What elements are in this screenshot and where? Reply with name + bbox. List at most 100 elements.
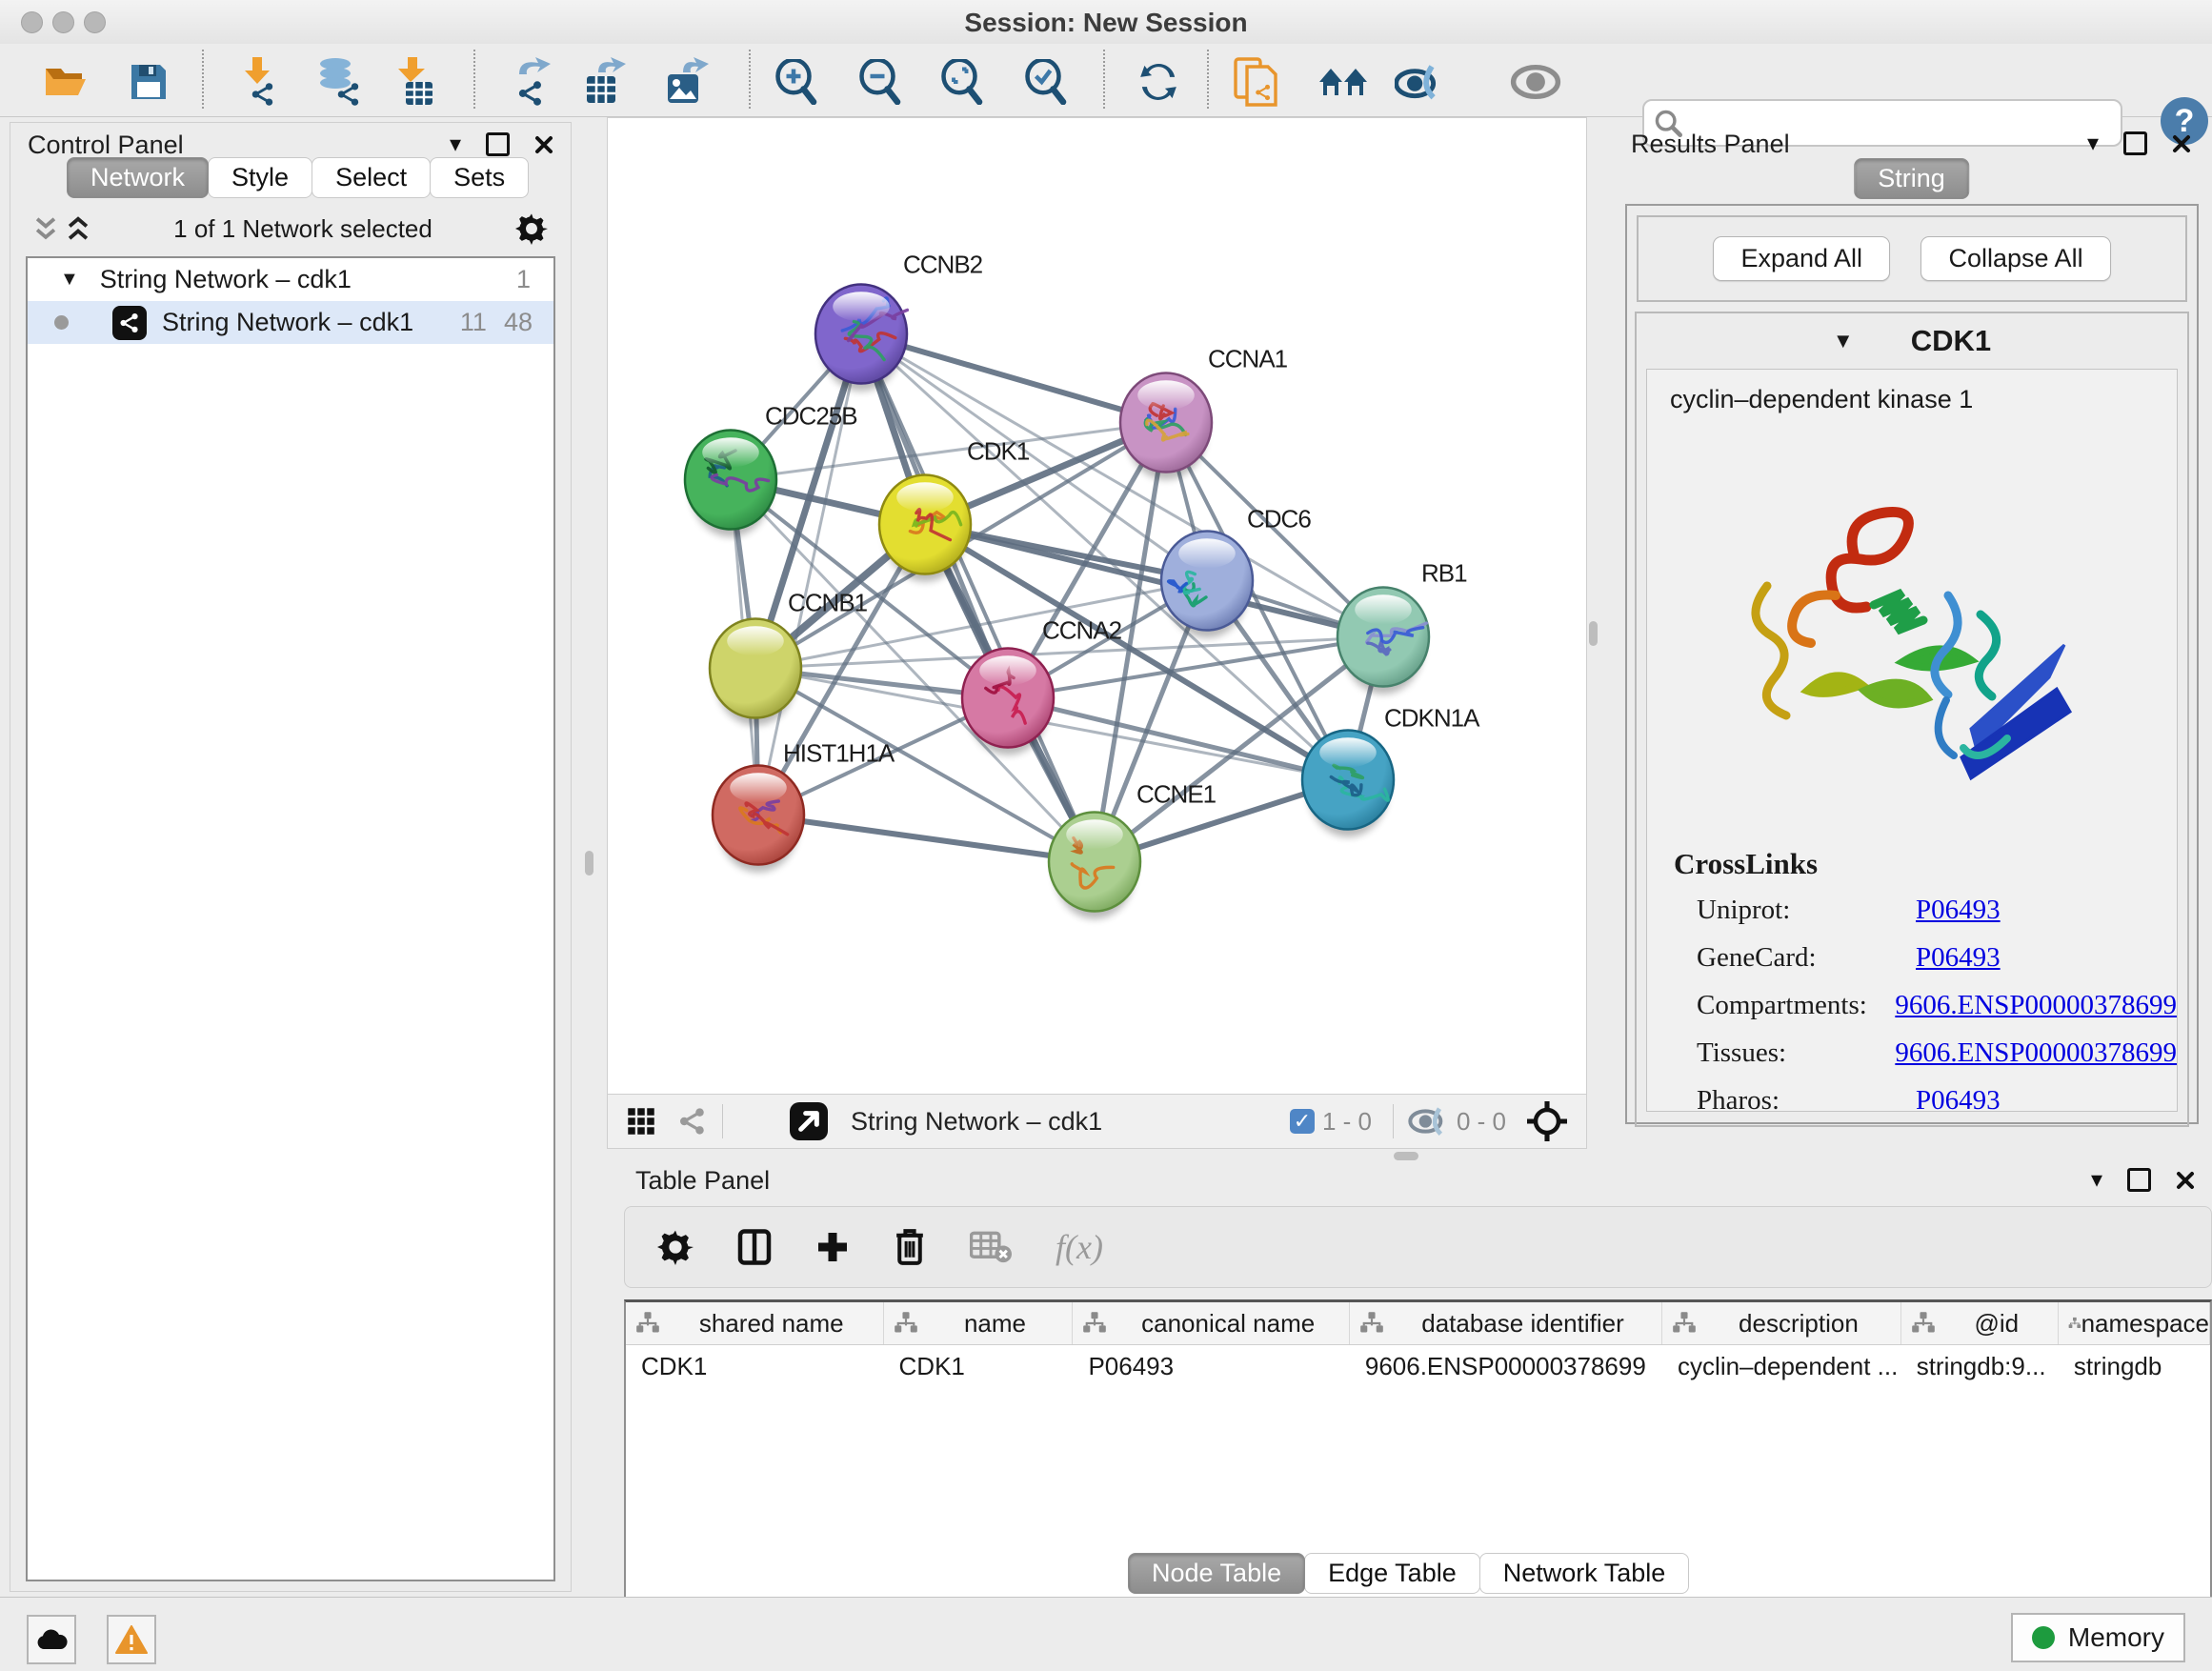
column-header--id[interactable]: @id (1901, 1302, 2059, 1344)
memory-button[interactable]: Memory (2011, 1613, 2185, 1662)
zoom-fit-button[interactable] (935, 55, 989, 109)
crosslink-link[interactable]: P06493 (1916, 895, 2001, 926)
export-image-icon (662, 57, 710, 107)
zoom-selected-button[interactable] (1019, 55, 1073, 109)
crosslink-link[interactable]: P06493 (1916, 1085, 2001, 1112)
node-label-CCNA2: CCNA2 (1042, 616, 1122, 645)
table-panel-menu-button[interactable]: ▾ (2091, 1166, 2102, 1194)
tab-string[interactable]: String (1854, 158, 1969, 199)
import-network-file-button[interactable] (231, 55, 284, 109)
network-edge-count: 48 (504, 308, 533, 337)
cloud-status-button[interactable] (27, 1615, 76, 1664)
network-node-RB1[interactable]: RB1 (1337, 559, 1467, 695)
export-network-button[interactable] (503, 55, 556, 109)
export-image-button[interactable] (659, 55, 713, 109)
collapse-all-button[interactable]: Collapse All (1920, 236, 2110, 281)
network-collection-row[interactable]: ▼ String Network – cdk1 1 (28, 258, 553, 301)
grid-view-icon[interactable] (627, 1107, 655, 1136)
network-options-gear-icon[interactable] (515, 212, 548, 245)
collapse-all-icon[interactable] (33, 215, 58, 242)
control-panel-menu-button[interactable]: ▾ (450, 131, 461, 158)
network-from-selection-button[interactable] (1229, 55, 1282, 109)
share-view-icon[interactable] (676, 1107, 709, 1136)
show-homes-button[interactable] (1317, 55, 1370, 109)
tree-expand-arrow-icon[interactable]: ▼ (60, 269, 79, 291)
table-options-gear-icon[interactable] (657, 1229, 694, 1265)
node-label-CCNB2: CCNB2 (903, 251, 983, 279)
table-row[interactable]: CDK1CDK1P064939606.ENSP00000378699cyclin… (626, 1345, 2210, 1387)
add-column-icon[interactable] (815, 1230, 850, 1264)
column-type-tree-icon (1672, 1312, 1697, 1335)
tab-select[interactable]: Select (312, 157, 431, 198)
delete-column-trash-icon[interactable] (894, 1228, 926, 1266)
column-type-tree-icon (635, 1312, 660, 1335)
table-cell: 9606.ENSP00000378699 (1350, 1345, 1662, 1387)
network-node-CCNE1[interactable]: CCNE1 (1049, 780, 1217, 919)
birdseye-external-icon[interactable] (790, 1102, 828, 1140)
protein-name: CDK1 (1911, 324, 1991, 358)
hide-selected-button[interactable] (1393, 55, 1446, 109)
selected-checkbox[interactable]: ✓ (1290, 1109, 1315, 1134)
tab-style[interactable]: Style (208, 157, 312, 198)
network-node-CDKN1A[interactable]: CDKN1A (1302, 704, 1480, 837)
application-window: Session: New Session (0, 0, 2212, 1671)
titlebar: Session: New Session (0, 0, 2212, 45)
column-header-description[interactable]: description (1662, 1302, 1901, 1344)
table-panel-close-button[interactable] (2176, 1171, 2195, 1190)
crosslinks-section: CrossLinks Uniprot:P06493GeneCard:P06493… (1647, 847, 2177, 1112)
apply-layout-button[interactable] (1132, 55, 1185, 109)
results-panel-menu-button[interactable]: ▾ (2087, 130, 2099, 157)
card-collapse-arrow-icon[interactable]: ▼ (1833, 329, 1854, 353)
string-results-container: Expand All Collapse All ▼ CDK1 cyclin–de… (1625, 204, 2199, 1124)
crosslink-link[interactable]: 9606.ENSP00000378699 (1895, 1037, 2177, 1069)
tab-sets[interactable]: Sets (430, 157, 529, 198)
network-edge[interactable] (861, 334, 1095, 862)
splitter-handle-left[interactable] (585, 851, 593, 876)
results-panel-close-button[interactable] (2172, 134, 2191, 153)
save-session-button[interactable] (122, 55, 175, 109)
expand-all-button[interactable]: Expand All (1713, 236, 1890, 281)
control-panel-float-button[interactable] (486, 132, 510, 156)
network-edge[interactable] (861, 334, 1166, 423)
expand-all-icon[interactable] (66, 215, 90, 242)
network-graph[interactable]: CCNB2CCNA1CDC25BCDK1CDC6RB1CCNB1CCNA2CDK… (608, 118, 1586, 1095)
zoom-in-button[interactable] (770, 55, 823, 109)
table-header-row: shared namenamecanonical namedatabase id… (626, 1302, 2210, 1345)
splitter-handle-bottom[interactable] (1394, 1152, 1418, 1160)
tab-network[interactable]: Network (67, 157, 209, 198)
export-table-button[interactable] (577, 55, 631, 109)
zoom-out-button[interactable] (854, 55, 907, 109)
network-view-canvas[interactable]: CCNB2CCNA1CDC25BCDK1CDC6RB1CCNB1CCNA2CDK… (607, 117, 1587, 1096)
hidden-eye-icon[interactable] (1407, 1106, 1449, 1137)
network-node-CDC6[interactable]: CDC6 (1161, 505, 1311, 638)
results-panel-float-button[interactable] (2123, 131, 2147, 155)
control-panel-close-button[interactable] (534, 135, 553, 154)
footer-separator (722, 1104, 723, 1138)
column-header-namespace[interactable]: namespace (2059, 1302, 2210, 1344)
tab-network-table[interactable]: Network Table (1479, 1553, 1690, 1594)
splitter-handle-right[interactable] (1589, 621, 1598, 646)
column-header-database-identifier[interactable]: database identifier (1350, 1302, 1662, 1344)
network-row[interactable]: String Network – cdk1 11 48 (28, 301, 553, 344)
tab-node-table[interactable]: Node Table (1128, 1553, 1305, 1594)
tab-edge-table[interactable]: Edge Table (1304, 1553, 1480, 1594)
column-type-tree-icon (1082, 1312, 1107, 1335)
column-header-name[interactable]: name (884, 1302, 1074, 1344)
crosslink-link[interactable]: P06493 (1916, 942, 2001, 974)
show-all-button[interactable] (1509, 55, 1562, 109)
table-type-tabs: Node TableEdge TableNetwork Table (1129, 1553, 1689, 1594)
zoom-fit-icon (940, 59, 984, 105)
network-node-CCNB1[interactable]: CCNB1 (710, 589, 868, 726)
crosslink-link[interactable]: 9606.ENSP00000378699 (1895, 990, 2177, 1021)
warnings-button[interactable] (107, 1615, 156, 1664)
network-node-HIST1H1A[interactable]: HIST1H1A (713, 739, 895, 873)
show-columns-icon[interactable] (737, 1228, 772, 1266)
import-network-database-button[interactable] (312, 55, 366, 109)
open-session-button[interactable] (40, 55, 93, 109)
table-panel-float-button[interactable] (2127, 1168, 2151, 1192)
network-edge[interactable] (758, 815, 1095, 862)
import-table-button[interactable] (389, 55, 442, 109)
column-header-canonical-name[interactable]: canonical name (1073, 1302, 1349, 1344)
column-header-shared-name[interactable]: shared name (626, 1302, 884, 1344)
crosshair-icon[interactable] (1527, 1101, 1567, 1141)
